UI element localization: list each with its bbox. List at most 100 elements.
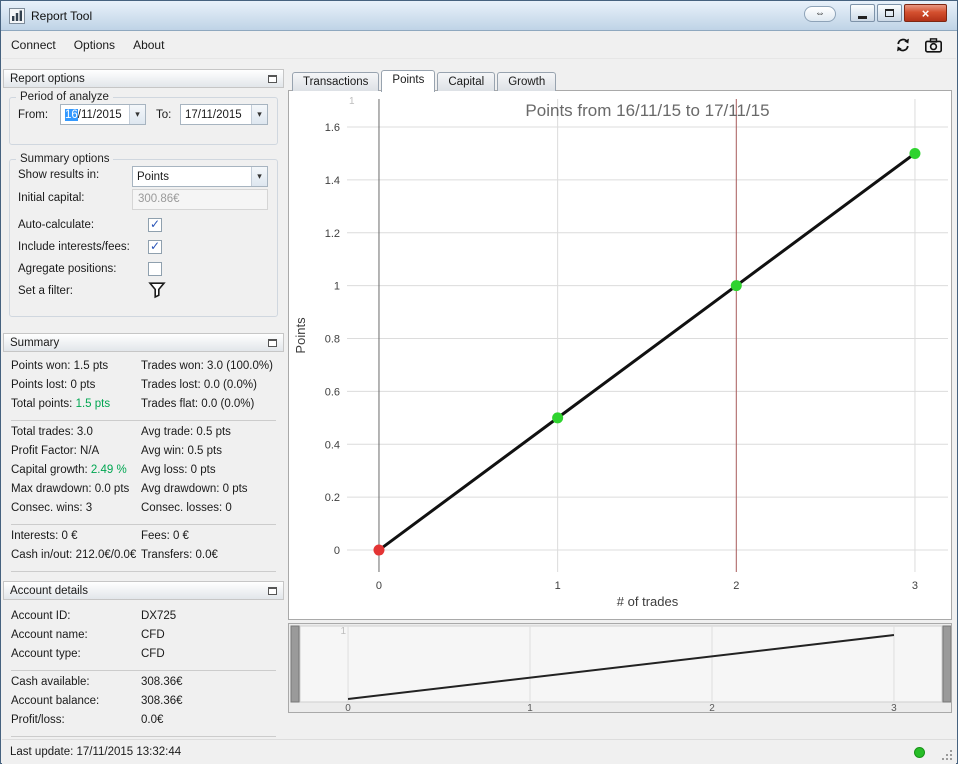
summary-cell: Fees: 0 €: [141, 530, 189, 542]
svg-text:0.4: 0.4: [325, 439, 340, 451]
summary-cell: Consec. wins: 3: [11, 502, 92, 514]
tab-growth[interactable]: Growth: [497, 72, 557, 91]
summary-cell: Transfers: 0.0€: [141, 549, 218, 561]
summary-cell-value: 0 €: [169, 530, 189, 542]
svg-text:# of trades: # of trades: [617, 594, 679, 609]
svg-text:Points: Points: [293, 317, 308, 354]
svg-text:1: 1: [334, 281, 340, 293]
to-date-select[interactable]: 17/11/2015 ▾: [180, 104, 268, 125]
period-groupbox: Period of analyze From: 16/11/2015 ▾ To:…: [9, 91, 278, 145]
account-value: 0.0€: [141, 714, 164, 726]
summary-cell-label: Capital growth:: [11, 464, 88, 476]
account-row: Account type: CFD: [11, 646, 276, 665]
tab-capital[interactable]: Capital: [437, 72, 496, 91]
account-label: Account balance:: [11, 695, 100, 707]
summary-cell-value: 0.0 (0.0%): [200, 379, 257, 391]
account-details-title: Account details: [10, 584, 88, 597]
include-interests-checkbox[interactable]: ✓: [148, 240, 162, 254]
summary-row: Points lost: 0 pts Trades lost: 0.0 (0.0%…: [11, 377, 276, 396]
svg-text:0.8: 0.8: [325, 334, 340, 346]
to-label: To:: [156, 109, 172, 121]
range-handle-left[interactable]: [290, 625, 300, 703]
summary-cell-value: 0.0€: [192, 549, 218, 561]
float-panel-icon[interactable]: [268, 74, 277, 83]
summary-cell-label: Trades won:: [141, 360, 204, 372]
svg-text:3: 3: [912, 580, 918, 592]
tab-bar: Transactions Points Capital Growth: [292, 69, 558, 92]
svg-text:1.6: 1.6: [325, 122, 340, 134]
float-panel-icon[interactable]: [268, 586, 277, 595]
refresh-button[interactable]: [894, 36, 912, 54]
account-details-header: Account details: [3, 581, 284, 600]
range-handle-right[interactable]: [942, 625, 951, 703]
from-date-select[interactable]: 16/11/2015 ▾: [60, 104, 146, 125]
summary-cell-value: 0: [222, 502, 232, 514]
range-selector-chart[interactable]: 0 1 2 3 1: [289, 624, 951, 712]
summary-cell-value: 3: [82, 502, 93, 514]
filter-button[interactable]: [148, 281, 166, 302]
svg-text:1: 1: [340, 626, 346, 637]
summary-cell-label: Profit Factor:: [11, 445, 77, 457]
tab-transactions[interactable]: Transactions: [292, 72, 380, 91]
maximize-button[interactable]: [877, 4, 902, 22]
summary-cell: Avg drawdown: 0 pts: [141, 483, 248, 495]
svg-text:1.2: 1.2: [325, 228, 340, 240]
summary-cell: Total points: 1.5 pts: [11, 398, 110, 410]
summary-cell-label: Total trades:: [11, 426, 74, 438]
summary-cell-label: Consec. wins:: [11, 502, 83, 514]
account-label: Account ID:: [11, 610, 71, 622]
summary-cell: Avg trade: 0.5 pts: [141, 426, 231, 438]
report-options-header: Report options: [3, 69, 284, 88]
account-value: DX725: [141, 610, 177, 622]
minimize-button[interactable]: [850, 4, 875, 22]
maximize-icon: [885, 9, 894, 17]
account-label: Account name:: [11, 629, 88, 641]
summary-cell-label: Avg win:: [141, 445, 185, 457]
summary-cell: Avg loss: 0 pts: [141, 464, 216, 476]
summary-cell-label: Avg loss:: [141, 464, 188, 476]
last-update-text: Last update: 17/11/2015 13:32:44: [10, 746, 182, 758]
summary-row: Total trades: 3.0 Avg trade: 0.5 pts: [11, 424, 276, 443]
float-panel-icon[interactable]: [268, 338, 277, 347]
screenshot-button[interactable]: [924, 36, 942, 54]
close-button[interactable]: ×: [904, 4, 947, 22]
account-label: Profit/loss:: [11, 714, 65, 726]
account-value: CFD: [141, 629, 165, 641]
summary-cell-value: 0.0 (0.0%): [198, 398, 255, 410]
summary-row: Total points: 1.5 pts Trades flat: 0.0 (0…: [11, 396, 276, 415]
summary-cell-value: 1.5 pts: [70, 360, 109, 372]
svg-text:0.2: 0.2: [325, 492, 340, 504]
summary-cell-label: Fees:: [141, 530, 170, 542]
account-row: Profit/loss: 0.0€: [11, 712, 276, 731]
connection-status-dot: [914, 747, 925, 758]
agregate-positions-checkbox[interactable]: [148, 262, 162, 276]
summary-cell: Points won: 1.5 pts: [11, 360, 108, 372]
initial-capital-label: Initial capital:: [18, 192, 85, 204]
resize-grip[interactable]: [940, 748, 954, 762]
show-results-select[interactable]: Points ▾: [132, 166, 268, 187]
account-value: 308.36€: [141, 695, 183, 707]
summary-row: Interests: 0 € Fees: 0 €: [11, 528, 276, 547]
tab-points[interactable]: Points: [381, 70, 436, 92]
include-interests-label: Include interests/fees:: [18, 241, 130, 253]
menu-about[interactable]: About: [124, 33, 173, 57]
report-options-title: Report options: [10, 72, 85, 85]
summary-cell-value: 0.5 pts: [184, 445, 222, 457]
to-date-value: 17/11/2015: [185, 108, 242, 121]
auto-calculate-checkbox[interactable]: ✓: [148, 218, 162, 232]
initial-capital-field[interactable]: 300.86€: [132, 189, 268, 210]
summary-row: Max drawdown: 0.0 pts Avg drawdown: 0 pts: [11, 481, 276, 500]
summary-cell-label: Points won:: [11, 360, 71, 372]
chevron-down-icon: ▾: [129, 105, 145, 124]
menu-connect[interactable]: Connect: [2, 33, 65, 57]
set-filter-label: Set a filter:: [18, 285, 73, 297]
detach-button[interactable]: ⇔: [804, 6, 836, 22]
summary-cell-value: 0 pts: [187, 464, 216, 476]
summary-cell-value: 212.0€/0.0€: [72, 549, 137, 561]
account-details-grid: Account ID: DX725 Account name: CFD Account …: [3, 605, 284, 737]
summary-cell-value: 2.49 %: [87, 464, 127, 476]
menu-bar: Connect Options About: [2, 32, 956, 59]
summary-cell-label: Max drawdown:: [11, 483, 92, 495]
menu-options[interactable]: Options: [65, 33, 124, 57]
points-chart[interactable]: 0 0.2 0.4 0.6 0.8 1 1.2 1.4 1.6 0 1 2 3 Points from 1…: [289, 91, 951, 619]
